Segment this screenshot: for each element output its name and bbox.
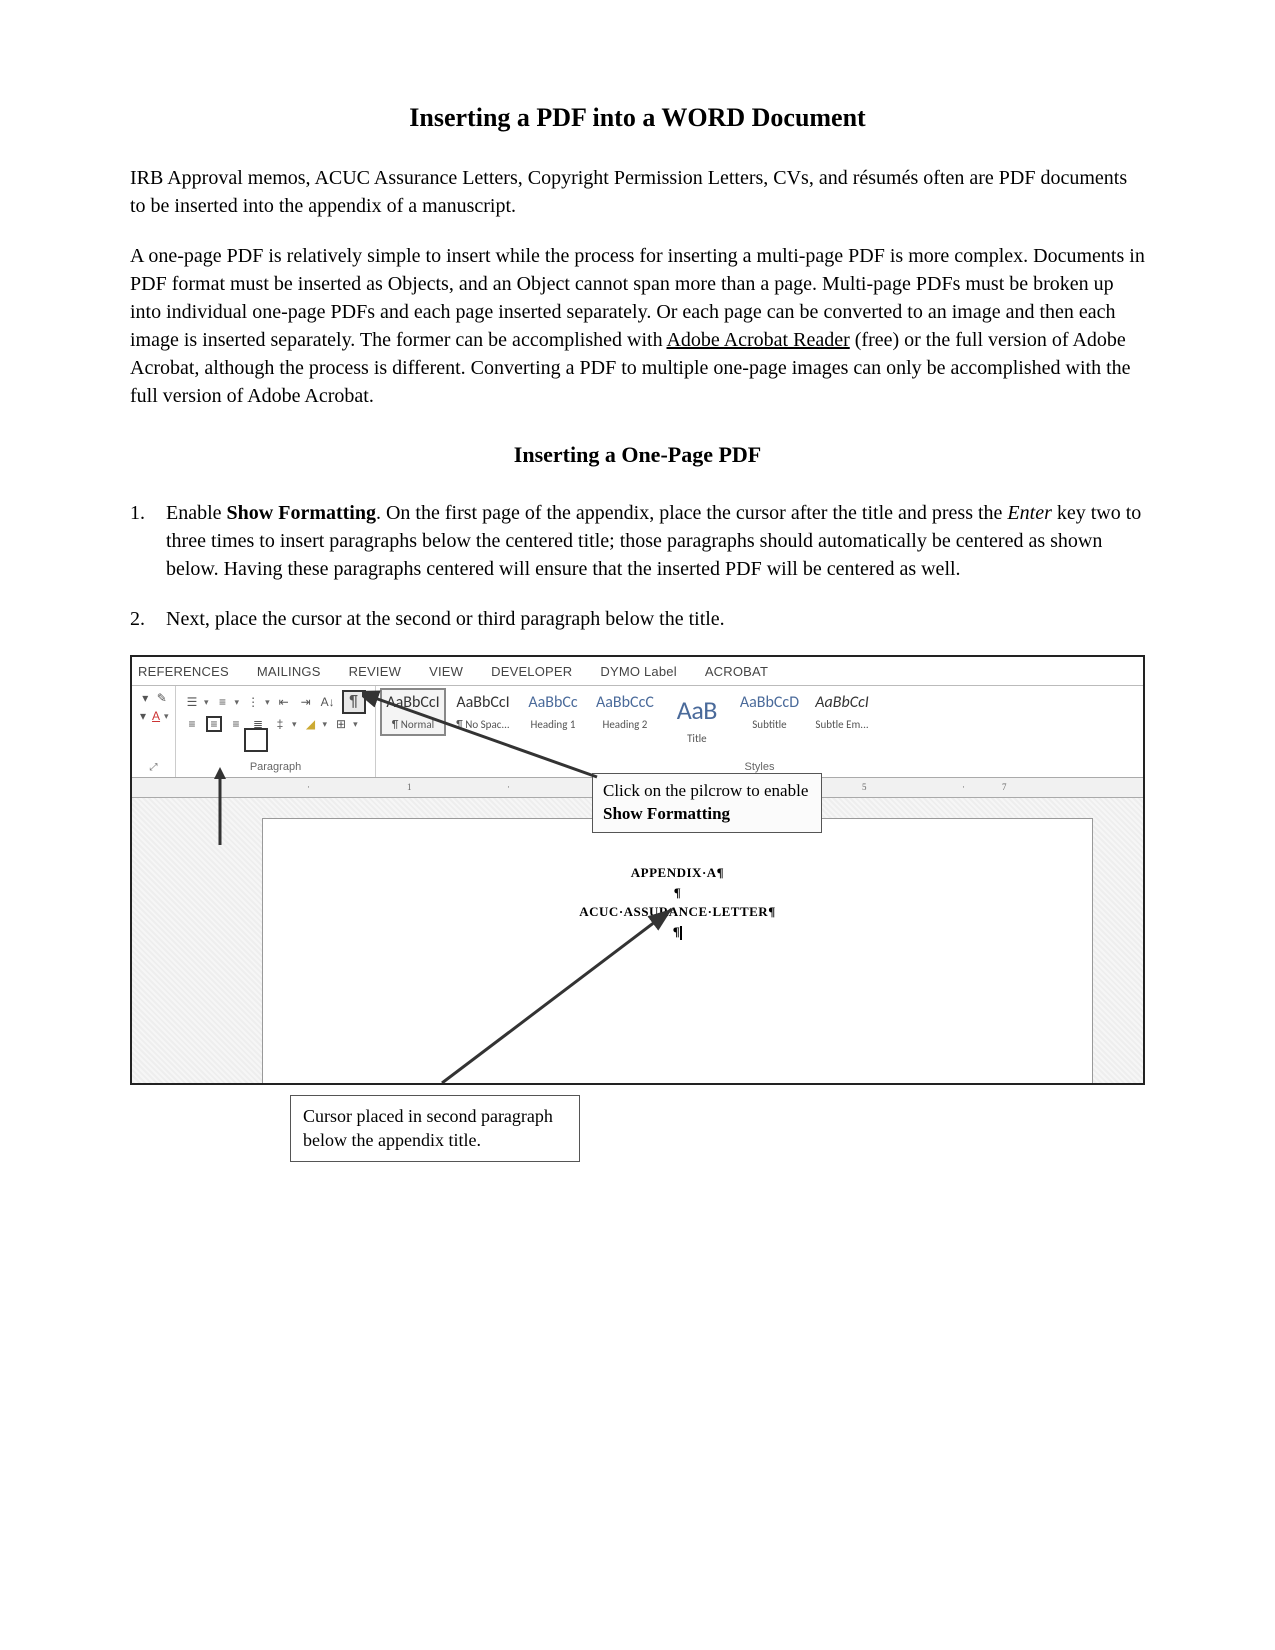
step1-italic: Enter bbox=[1007, 502, 1051, 524]
style-name: ¶ Normal bbox=[386, 717, 440, 732]
ribbon-group-paragraph: ☰▾ ≡▾ ⋮▾ ⇤ ⇥ A↓ ¶ ≡ ≡ ≡ ≣ ‡▾ ◢▾ ⊞▾ bbox=[176, 686, 376, 777]
dropdown-icon[interactable]: ▾ bbox=[140, 708, 146, 724]
style-sample: AaBbCcI bbox=[456, 692, 510, 714]
page-title: Inserting a PDF into a WORD Document bbox=[130, 100, 1145, 136]
sort-icon[interactable]: A↓ bbox=[320, 694, 336, 710]
multilevel-icon[interactable]: ⋮ bbox=[245, 694, 261, 710]
paragraph-group-label: Paragraph bbox=[176, 760, 375, 775]
style-heading2[interactable]: AaBbCcC Heading 2 bbox=[592, 690, 658, 734]
step1-bold: Show Formatting bbox=[227, 502, 376, 524]
decrease-indent-icon[interactable]: ⇤ bbox=[276, 694, 292, 710]
callout-cursor: Cursor placed in second paragraph below … bbox=[290, 1095, 580, 1162]
dropdown-icon[interactable]: ▾ bbox=[140, 690, 151, 706]
intro-paragraph-2: A one-page PDF is relatively simple to i… bbox=[130, 242, 1145, 410]
text-cursor bbox=[680, 926, 682, 940]
highlight-align-center bbox=[244, 728, 268, 752]
tab-dymo[interactable]: DYMO Label bbox=[600, 663, 676, 681]
numbering-icon[interactable]: ≡ bbox=[215, 694, 231, 710]
style-sample: AaBbCcD bbox=[740, 692, 799, 714]
style-subtitle[interactable]: AaBbCcD Subtitle bbox=[736, 690, 803, 734]
style-name: ¶ No Spac... bbox=[456, 717, 510, 732]
callout-1-text-b: Show Formatting bbox=[603, 804, 730, 823]
style-name: Title bbox=[670, 731, 724, 746]
line-spacing-icon[interactable]: ‡ bbox=[272, 716, 288, 732]
style-name: Heading 2 bbox=[596, 717, 654, 732]
word-window: REFERENCES MAILINGS REVIEW VIEW DEVELOPE… bbox=[130, 655, 1145, 1085]
style-nospacing[interactable]: AaBbCcI ¶ No Spac... bbox=[452, 690, 514, 734]
tab-references[interactable]: REFERENCES bbox=[138, 663, 229, 681]
tab-view[interactable]: VIEW bbox=[429, 663, 463, 681]
styles-gallery: AaBbCcI ¶ Normal AaBbCcI ¶ No Spac... Aa… bbox=[376, 686, 1143, 777]
arrow-to-align-center bbox=[210, 767, 230, 847]
font-color-icon[interactable]: A bbox=[152, 708, 160, 724]
ribbon-tabs: REFERENCES MAILINGS REVIEW VIEW DEVELOPE… bbox=[132, 657, 1143, 686]
ribbon-group-left: ▾ ✎ ▾ A ▾ ⤢ bbox=[132, 686, 176, 777]
style-name: Heading 1 bbox=[526, 717, 580, 732]
tab-mailings[interactable]: MAILINGS bbox=[257, 663, 321, 681]
style-sample: AaBbCcI bbox=[815, 692, 869, 714]
style-normal[interactable]: AaBbCcI ¶ Normal bbox=[382, 690, 444, 734]
appendix-line-2: ¶ bbox=[263, 883, 1092, 903]
step1-a: Enable bbox=[166, 502, 227, 524]
borders-icon[interactable]: ⊞ bbox=[333, 716, 349, 732]
step-2: Next, place the cursor at the second or … bbox=[130, 605, 1145, 633]
document-area[interactable]: APPENDIX·A¶ ¶ ACUC·ASSURANCE·LETTER¶ ¶ bbox=[132, 798, 1143, 1085]
intro-paragraph-1: IRB Approval memos, ACUC Assurance Lette… bbox=[130, 164, 1145, 220]
pilcrow-button[interactable]: ¶ bbox=[342, 690, 366, 714]
callout-1-text-a: Click on the pilcrow to enable bbox=[603, 781, 808, 800]
style-sample: AaBbCc bbox=[526, 692, 580, 714]
format-painter-icon[interactable]: ✎ bbox=[157, 690, 168, 706]
shading-icon[interactable]: ◢ bbox=[303, 716, 319, 732]
style-subtle-em[interactable]: AaBbCcI Subtle Em... bbox=[811, 690, 873, 734]
ribbon-body: ▾ ✎ ▾ A ▾ ⤢ ☰ ▾ ≡ ▾ ⋮ ▾ ⇤ ⇥ A↓ bbox=[132, 686, 1143, 778]
word-screenshot: REFERENCES MAILINGS REVIEW VIEW DEVELOPE… bbox=[130, 655, 1145, 1162]
style-heading1[interactable]: AaBbCc Heading 1 bbox=[522, 690, 584, 734]
page-content: APPENDIX·A¶ ¶ ACUC·ASSURANCE·LETTER¶ ¶ bbox=[263, 819, 1092, 941]
appendix-line-1: APPENDIX·A¶ bbox=[263, 863, 1092, 883]
style-title[interactable]: AaB Title bbox=[666, 690, 728, 748]
style-name: Subtle Em... bbox=[815, 717, 869, 732]
callout-pilcrow: Click on the pilcrow to enable Show Form… bbox=[592, 773, 822, 833]
appendix-line-3: ACUC·ASSURANCE·LETTER¶ bbox=[263, 902, 1092, 922]
style-sample: AaBbCcI bbox=[386, 692, 440, 714]
bullets-icon[interactable]: ☰ bbox=[184, 694, 200, 710]
appendix-line-4: ¶ bbox=[263, 922, 1092, 942]
dropdown-arrow-icon[interactable]: ▾ bbox=[164, 710, 169, 723]
align-right-icon[interactable]: ≡ bbox=[228, 716, 244, 732]
align-left-icon[interactable]: ≡ bbox=[184, 716, 200, 732]
step-1: Enable Show Formatting. On the first pag… bbox=[130, 499, 1145, 583]
page[interactable]: APPENDIX·A¶ ¶ ACUC·ASSURANCE·LETTER¶ ¶ bbox=[262, 818, 1093, 1085]
tab-acrobat[interactable]: ACROBAT bbox=[705, 663, 768, 681]
section-heading: Inserting a One-Page PDF bbox=[130, 440, 1145, 471]
tab-developer[interactable]: DEVELOPER bbox=[491, 663, 572, 681]
style-name: Subtitle bbox=[740, 717, 799, 732]
adobe-reader-link[interactable]: Adobe Acrobat Reader bbox=[666, 329, 849, 351]
style-sample: AaBbCcC bbox=[596, 692, 654, 714]
tab-review[interactable]: REVIEW bbox=[349, 663, 401, 681]
style-sample: AaB bbox=[670, 692, 724, 728]
align-center-icon[interactable]: ≡ bbox=[206, 716, 222, 732]
step1-b: . On the first page of the appendix, pla… bbox=[376, 502, 1007, 524]
group-launcher-icon[interactable]: ⤢ bbox=[132, 761, 175, 775]
increase-indent-icon[interactable]: ⇥ bbox=[298, 694, 314, 710]
